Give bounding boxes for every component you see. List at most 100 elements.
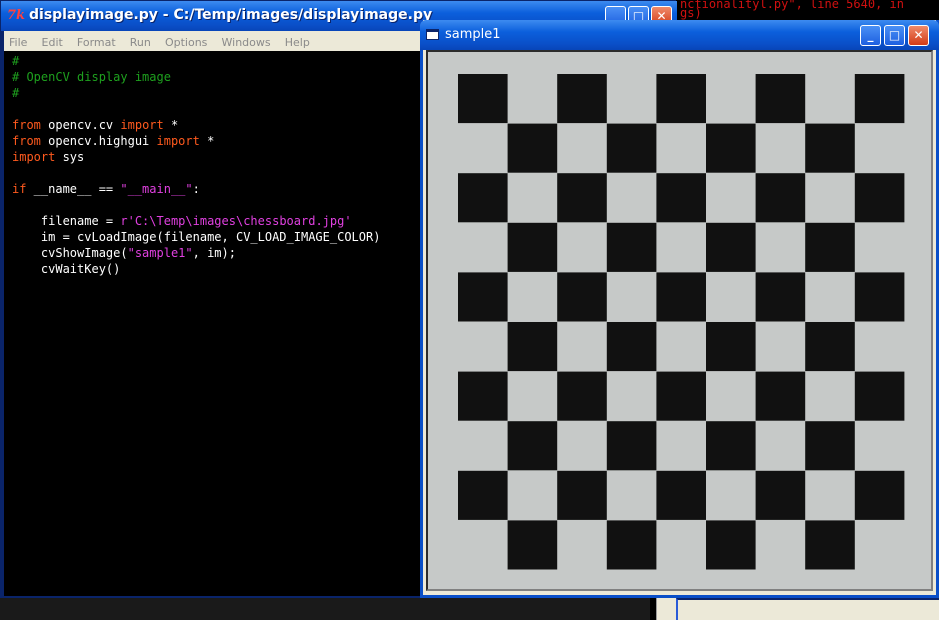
code-token: # — [12, 86, 20, 100]
code-token: r'C:\Temp\images\chessboard.jpg' — [120, 214, 352, 228]
sample1-window-title: sample1 — [445, 27, 501, 42]
dark-square — [656, 173, 706, 223]
dark-square — [854, 272, 905, 322]
dark-square — [507, 123, 558, 173]
dark-square — [606, 222, 657, 272]
code-line: if __name__ == "__main__": — [12, 181, 200, 197]
code-token: opencv.cv — [40, 118, 121, 132]
dark-square — [606, 123, 657, 173]
dark-square — [606, 322, 657, 372]
dark-square — [805, 322, 855, 372]
idle-app-icon: 7k — [7, 8, 26, 23]
code-token: filename = — [12, 214, 121, 228]
dark-square — [755, 173, 806, 223]
code-line: # — [12, 85, 19, 101]
dark-square — [458, 371, 508, 421]
dark-square — [706, 222, 756, 272]
dark-square — [854, 74, 905, 124]
code-line: filename = r'C:\Temp\images\chessboard.j… — [12, 213, 352, 229]
chessboard-svg — [428, 52, 931, 589]
code-line: import sys — [12, 149, 84, 165]
sample1-image-window: sample1 _ □ ✕ — [420, 20, 939, 598]
code-line: # OpenCV display image — [12, 69, 171, 85]
dark-square — [656, 470, 706, 520]
dark-square — [805, 222, 855, 272]
dark-square — [854, 173, 905, 223]
code-line: im = cvLoadImage(filename, CV_LOAD_IMAGE… — [12, 229, 381, 245]
dark-square — [805, 520, 855, 570]
code-token: * — [163, 118, 179, 132]
menu-file[interactable]: File — [4, 33, 31, 49]
code-token: : — [192, 182, 200, 196]
code-token: "__main__" — [120, 182, 193, 196]
code-token: cvWaitKey() — [12, 262, 121, 276]
code-token: from — [12, 134, 41, 148]
dark-square — [656, 74, 706, 124]
menu-run[interactable]: Run — [125, 33, 155, 49]
dark-square — [606, 520, 657, 570]
code-token: cvShowImage( — [12, 246, 128, 260]
menu-format[interactable]: Format — [72, 33, 120, 49]
code-token: __name__ == — [26, 182, 121, 196]
code-line: # — [12, 53, 19, 69]
shell-output-line: gs) — [680, 6, 702, 20]
menu-windows[interactable]: Windows — [217, 33, 275, 49]
dark-square — [755, 371, 806, 421]
chessboard-image — [426, 50, 933, 591]
dark-square — [854, 371, 905, 421]
sample1-titlebar[interactable]: sample1 _ □ ✕ — [420, 20, 939, 50]
code-token: # OpenCV display image — [12, 70, 171, 84]
dark-square — [706, 322, 756, 372]
dark-square — [805, 123, 855, 173]
sample1-close-button[interactable]: ✕ — [908, 25, 929, 46]
code-token: * — [199, 134, 215, 148]
code-line: cvWaitKey() — [12, 261, 120, 277]
background-scrollbar[interactable] — [656, 596, 676, 620]
dark-square — [706, 520, 756, 570]
dark-square — [557, 272, 607, 322]
code-token: , im); — [192, 246, 236, 260]
dark-square — [557, 371, 607, 421]
code-line: from opencv.highgui import * — [12, 133, 214, 149]
code-token: if — [12, 182, 27, 196]
dark-square — [755, 470, 806, 520]
code-token: import — [12, 150, 56, 164]
code-token: from — [12, 118, 41, 132]
dark-square — [805, 421, 855, 471]
dark-square — [706, 421, 756, 471]
dark-square — [606, 421, 657, 471]
dark-square — [507, 421, 558, 471]
dark-square — [755, 74, 806, 124]
dark-square — [458, 74, 508, 124]
dark-square — [458, 272, 508, 322]
dark-square — [755, 272, 806, 322]
dark-square — [458, 470, 508, 520]
code-token: import — [120, 118, 164, 132]
dark-square — [557, 470, 607, 520]
menu-help[interactable]: Help — [280, 33, 314, 49]
dark-square — [507, 322, 558, 372]
menu-edit[interactable]: Edit — [37, 33, 67, 49]
dark-square — [656, 272, 706, 322]
shell-output-line: nctionalityl.py", line 5640, in — [680, 0, 904, 11]
menu-options[interactable]: Options — [160, 33, 211, 49]
code-token: im = cvLoadImage(filename, CV_LOAD_IMAGE… — [12, 230, 381, 244]
sample1-minimize-button[interactable]: _ — [860, 25, 881, 46]
window-app-icon — [426, 29, 439, 40]
dark-square — [507, 222, 558, 272]
dark-square — [507, 520, 558, 570]
dark-square — [854, 470, 905, 520]
dark-square — [557, 74, 607, 124]
dark-square — [706, 123, 756, 173]
dark-square — [656, 371, 706, 421]
code-token: import — [156, 134, 200, 148]
code-token: sys — [55, 150, 85, 164]
dark-square — [458, 173, 508, 223]
editor-window-title: displayimage.py - C:/Temp/images/display… — [29, 7, 433, 23]
code-token: # — [12, 54, 20, 68]
background-status-bar — [676, 598, 939, 620]
code-token: opencv.highgui — [40, 134, 157, 148]
code-token: "sample1" — [127, 246, 193, 260]
dark-square — [557, 173, 607, 223]
sample1-maximize-button[interactable]: □ — [884, 25, 905, 46]
